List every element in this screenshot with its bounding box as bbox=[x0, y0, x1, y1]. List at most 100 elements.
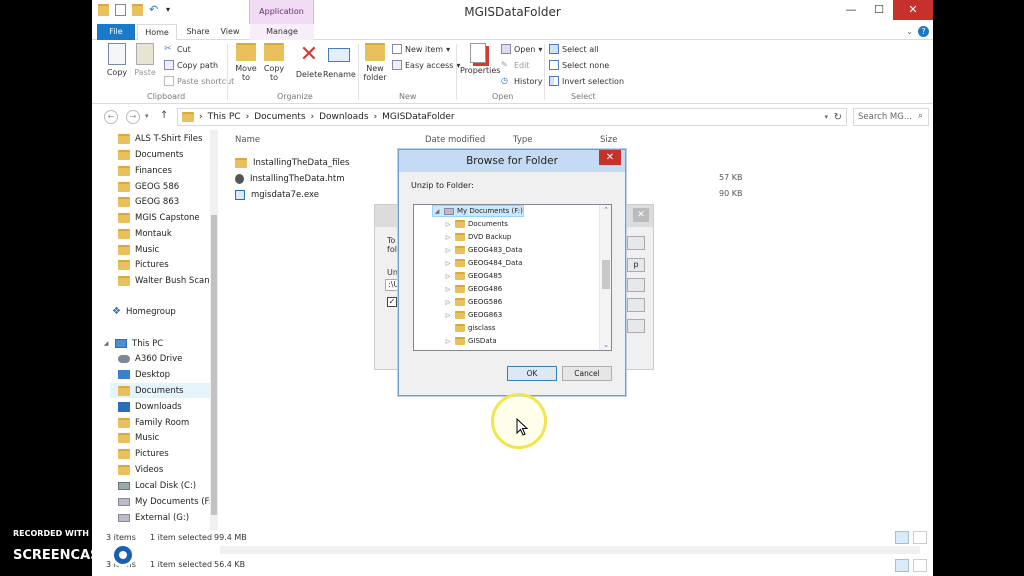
nav-item[interactable]: ALS T-Shirt Files bbox=[118, 131, 202, 146]
minimize-button[interactable]: — bbox=[837, 0, 865, 20]
details-view-button[interactable] bbox=[895, 531, 909, 544]
scroll-up-icon[interactable]: ⌃ bbox=[600, 206, 611, 214]
expand-arrow-icon[interactable]: ▷ bbox=[444, 338, 452, 345]
large-icons-view-button[interactable] bbox=[913, 531, 927, 544]
tab-manage[interactable]: Manage bbox=[250, 24, 314, 40]
file-row[interactable]: InstallingTheData_files bbox=[235, 155, 349, 170]
nav-item-homegroup[interactable]: ❖ Homegroup bbox=[112, 304, 176, 319]
close-button[interactable]: ✕ bbox=[893, 0, 933, 20]
select-all-button[interactable]: Select all bbox=[549, 44, 599, 54]
tab-view[interactable]: View bbox=[216, 24, 244, 40]
tree-item[interactable]: gisclass bbox=[444, 322, 495, 334]
details-view-button[interactable] bbox=[895, 559, 909, 572]
nav-item[interactable]: MGIS Capstone bbox=[118, 210, 200, 225]
expand-arrow-icon[interactable]: ▷ bbox=[444, 312, 452, 319]
horizontal-scrollbar[interactable] bbox=[220, 546, 920, 554]
option-checkbox[interactable]: ✓ bbox=[387, 297, 397, 307]
scroll-thumb[interactable] bbox=[602, 260, 610, 289]
tree-item[interactable]: ▷ GEOG586 bbox=[444, 296, 502, 308]
folder-tree[interactable]: ◢ My Documents (F:) ▷ Documents ▷ DVD Backu… bbox=[413, 204, 612, 351]
tree-item[interactable]: ▷ GEOG485 bbox=[444, 270, 502, 282]
paste-button[interactable]: Paste bbox=[132, 43, 158, 77]
nav-item-this-pc[interactable]: ◢ This PC bbox=[102, 336, 163, 351]
tree-item[interactable]: ▷ GISData bbox=[444, 335, 497, 347]
nav-item[interactable]: Music bbox=[118, 430, 159, 445]
expand-arrow-icon[interactable]: ◢ bbox=[102, 340, 110, 347]
nav-item[interactable]: External (G:) bbox=[118, 510, 189, 525]
file-row[interactable]: mgisdata7e.exe bbox=[235, 187, 319, 202]
address-box[interactable]: › This PC › Documents › Downloads › MGIS… bbox=[177, 108, 847, 126]
nav-item[interactable]: Walter Bush Scans bbox=[118, 273, 214, 288]
nav-item[interactable]: Finances bbox=[118, 163, 172, 178]
address-dropdown-icon[interactable]: ▾ bbox=[824, 113, 828, 121]
scroll-down-icon[interactable]: ⌄ bbox=[600, 341, 611, 349]
dialog-button[interactable]: p bbox=[627, 258, 645, 272]
properties-button[interactable]: Properties bbox=[460, 43, 500, 75]
tree-item[interactable]: ▷ GEOG863 bbox=[444, 309, 502, 321]
nav-item[interactable]: Local Disk (C:) bbox=[118, 478, 196, 493]
nav-item[interactable]: Music bbox=[118, 242, 159, 257]
nav-scrollbar[interactable] bbox=[210, 130, 218, 530]
select-none-button[interactable]: Select none bbox=[549, 60, 609, 70]
expand-arrow-icon[interactable]: ▷ bbox=[444, 260, 452, 267]
tab-home[interactable]: Home bbox=[137, 24, 177, 41]
dialog-button[interactable] bbox=[627, 319, 645, 333]
expand-arrow-icon[interactable]: ▷ bbox=[444, 234, 452, 241]
tree-item[interactable]: ▷ GEOG484_Data bbox=[444, 257, 522, 269]
new-item-button[interactable]: New item ▾ bbox=[392, 44, 450, 54]
column-size[interactable]: Size bbox=[600, 135, 617, 145]
column-name[interactable]: Name bbox=[235, 135, 260, 145]
copy-to-button[interactable]: Copy to bbox=[261, 43, 287, 82]
ribbon-expand-icon[interactable]: ⌄ bbox=[906, 27, 913, 36]
help-icon[interactable]: ? bbox=[918, 26, 929, 37]
dialog-button[interactable] bbox=[627, 278, 645, 292]
new-folder-button[interactable]: New folder bbox=[362, 43, 388, 82]
dialog-button[interactable] bbox=[627, 298, 645, 312]
nav-item[interactable]: Pictures bbox=[118, 446, 169, 461]
nav-item[interactable]: Downloads bbox=[118, 399, 182, 414]
rename-button[interactable]: Rename bbox=[323, 43, 356, 79]
ok-button[interactable]: OK bbox=[507, 366, 557, 381]
large-icons-view-button[interactable] bbox=[913, 559, 927, 572]
close-icon[interactable]: ✕ bbox=[633, 208, 649, 222]
scroll-thumb[interactable] bbox=[211, 215, 217, 515]
refresh-icon[interactable]: ↻ bbox=[834, 112, 842, 123]
tab-share[interactable]: Share bbox=[180, 24, 216, 40]
copy-button[interactable]: Copy bbox=[104, 43, 130, 77]
invert-selection-button[interactable]: Invert selection bbox=[549, 76, 624, 86]
cancel-button[interactable]: Cancel bbox=[562, 366, 612, 381]
nav-item[interactable]: Family Room bbox=[118, 415, 189, 430]
nav-item[interactable]: Videos bbox=[118, 462, 163, 477]
nav-item[interactable]: Montauk bbox=[118, 226, 172, 241]
nav-item[interactable]: GEOG 863 bbox=[118, 194, 179, 209]
expand-arrow-icon[interactable]: ▷ bbox=[444, 299, 452, 306]
cut-button[interactable]: ✂ Cut bbox=[164, 44, 191, 54]
nav-item[interactable]: A360 Drive bbox=[118, 351, 182, 366]
nav-item[interactable]: Documents bbox=[118, 147, 183, 162]
up-button[interactable]: ↑ bbox=[160, 110, 168, 121]
column-date-modified[interactable]: Date modified bbox=[425, 135, 485, 145]
expand-arrow-icon[interactable]: ▷ bbox=[444, 221, 452, 228]
tree-item[interactable]: ▷ DVD Backup bbox=[444, 231, 511, 243]
crumb-downloads[interactable]: Downloads bbox=[319, 112, 368, 122]
paste-shortcut-button[interactable]: Paste shortcut bbox=[164, 76, 234, 86]
edit-button[interactable]: ✎ Edit bbox=[501, 60, 530, 70]
tree-item[interactable]: ▷ GEOG486 bbox=[444, 283, 502, 295]
expand-arrow-icon[interactable]: ▷ bbox=[444, 286, 452, 293]
maximize-button[interactable]: ☐ bbox=[865, 0, 893, 20]
back-button[interactable]: ← bbox=[104, 110, 118, 124]
recent-dropdown-icon[interactable]: ▾ bbox=[145, 112, 149, 120]
expand-arrow-icon[interactable]: ▷ bbox=[444, 273, 452, 280]
tree-scrollbar[interactable]: ⌃ ⌄ bbox=[599, 205, 611, 350]
tree-item[interactable]: ▷ Documents bbox=[444, 218, 508, 230]
nav-item[interactable]: GEOG 586 bbox=[118, 179, 179, 194]
history-button[interactable]: ◷ History bbox=[501, 76, 542, 86]
nav-item[interactable]: My Documents (F:) bbox=[118, 494, 215, 509]
expand-arrow-icon[interactable]: ▷ bbox=[444, 247, 452, 254]
easy-access-button[interactable]: Easy access ▾ bbox=[392, 60, 460, 70]
nav-item[interactable]: Pictures bbox=[118, 257, 169, 272]
file-row[interactable]: InstallingTheData.htm bbox=[235, 171, 345, 186]
copy-path-button[interactable]: Copy path bbox=[164, 60, 218, 70]
open-button[interactable]: Open ▾ bbox=[501, 44, 542, 54]
delete-button[interactable]: ✕ Delete bbox=[295, 43, 323, 80]
